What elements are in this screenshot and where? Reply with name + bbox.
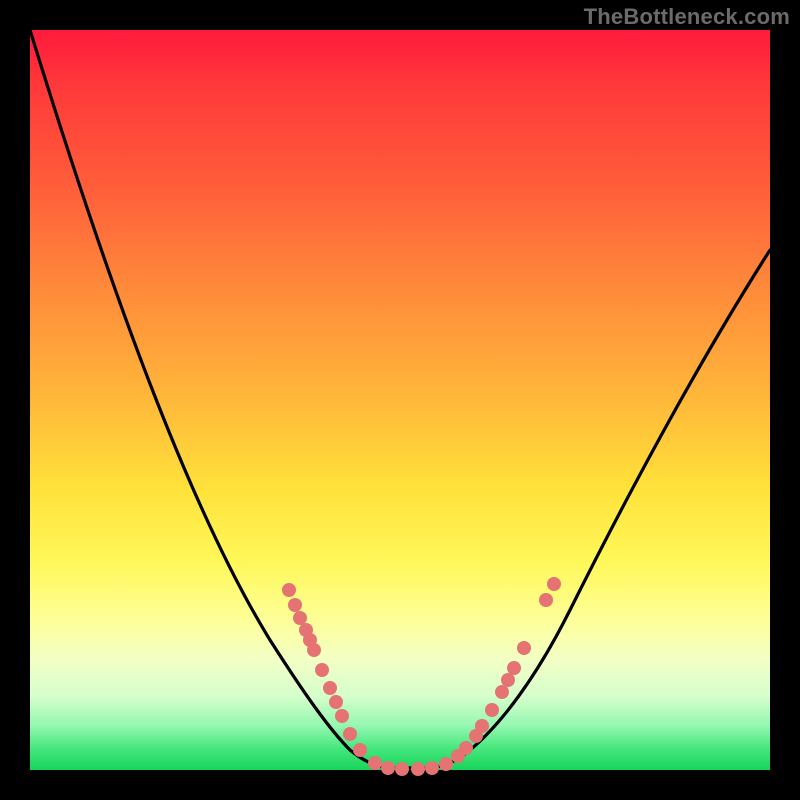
data-dot <box>315 663 329 677</box>
data-dot <box>485 703 499 717</box>
chart-svg <box>30 30 770 770</box>
data-dot <box>495 685 509 699</box>
data-dot <box>307 643 321 657</box>
data-dot <box>288 598 302 612</box>
data-dot <box>459 741 473 755</box>
data-dot <box>475 719 489 733</box>
data-dot <box>439 757 453 771</box>
bottleneck-curve <box>30 30 770 768</box>
data-dot <box>517 641 531 655</box>
data-dot <box>343 727 357 741</box>
data-dot <box>329 695 343 709</box>
data-dot <box>353 743 367 757</box>
data-dot <box>282 583 296 597</box>
data-dot <box>323 681 337 695</box>
data-dot <box>411 762 425 776</box>
data-dot <box>293 611 307 625</box>
data-dot <box>395 762 409 776</box>
data-dot <box>507 661 521 675</box>
data-dot <box>539 593 553 607</box>
data-dot <box>335 709 349 723</box>
data-dot <box>547 577 561 591</box>
watermark-text: TheBottleneck.com <box>584 4 790 30</box>
data-dot <box>381 761 395 775</box>
chart-frame: TheBottleneck.com <box>0 0 800 800</box>
data-dot <box>368 756 382 770</box>
data-dot <box>501 673 515 687</box>
data-dot <box>425 761 439 775</box>
data-dots <box>282 577 561 776</box>
